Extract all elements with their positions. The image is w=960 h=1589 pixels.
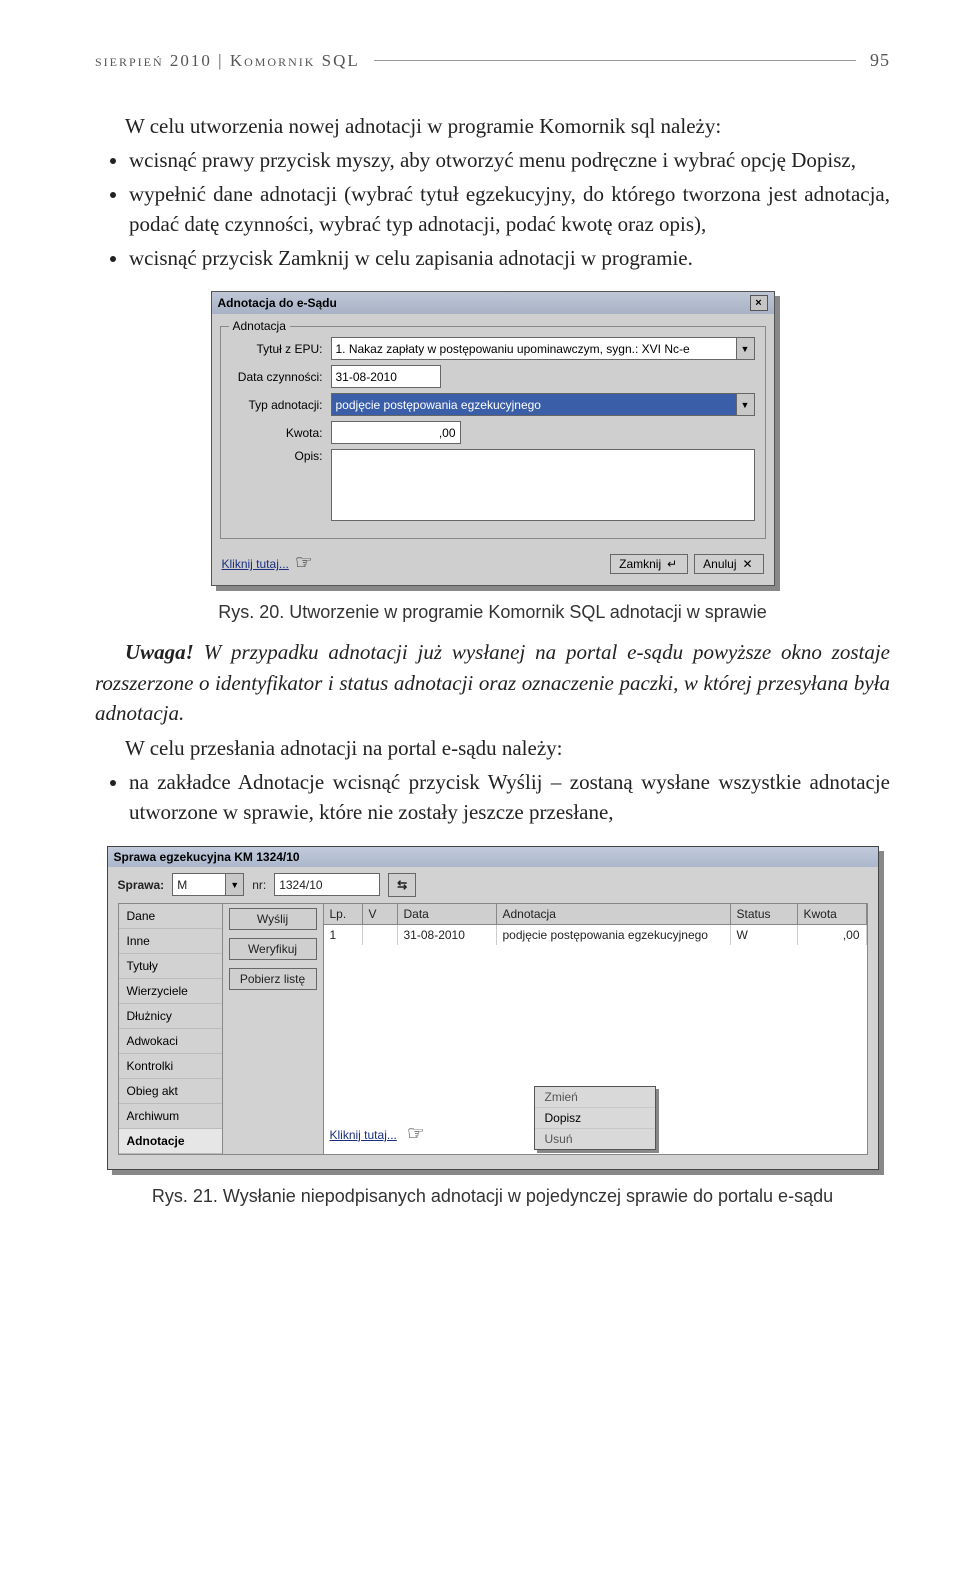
label-sprawa: Sprawa: bbox=[118, 878, 165, 892]
sidebar-item-archiwum[interactable]: Archiwum bbox=[119, 1104, 222, 1129]
pointer-hand-icon bbox=[295, 553, 333, 575]
grid-container: Lp. V Data Adnotacja Status Kwota 1 31-0… bbox=[324, 903, 868, 1155]
cell-kwota: ,00 bbox=[798, 925, 867, 945]
cell-status: W bbox=[731, 925, 798, 945]
dropdown-typ-adnotacji[interactable]: podjęcie postępowania egzekucyjnego ▼ bbox=[331, 393, 755, 416]
label-data: Data czynności: bbox=[231, 370, 323, 384]
cell-adnotacja: podjęcie postępowania egzekucyjnego bbox=[497, 925, 731, 945]
input-kwota-value: ,00 bbox=[439, 426, 456, 440]
dropdown-typ-value: podjęcie postępowania egzekucyjnego bbox=[336, 398, 541, 412]
chevron-down-icon[interactable]: ▼ bbox=[736, 394, 754, 415]
list-item: na zakładce Adnotacje wcisnąć przycisk W… bbox=[129, 767, 890, 828]
pointer-hand-icon bbox=[407, 1124, 445, 1146]
label-tytul: Tytuł z EPU: bbox=[231, 342, 323, 356]
grid-header: Lp. V Data Adnotacja Status Kwota bbox=[324, 904, 867, 925]
menu-item-usun[interactable]: Usuń bbox=[535, 1129, 655, 1149]
col-status: Status bbox=[731, 904, 798, 924]
zamknij-button-label: Zamknij bbox=[619, 557, 661, 571]
input-data-value: 31-08-2010 bbox=[336, 370, 397, 384]
label-typ: Typ adnotacji: bbox=[231, 398, 323, 412]
col-kwota: Kwota bbox=[798, 904, 867, 924]
paragraph-send: W celu przesłania adnotacji na portal e-… bbox=[95, 733, 890, 763]
col-v: V bbox=[363, 904, 398, 924]
sidebar-item-tytuly[interactable]: Tytuły bbox=[119, 954, 222, 979]
col-lp: Lp. bbox=[324, 904, 363, 924]
dialog-title-text: Adnotacja do e-Sądu bbox=[218, 296, 337, 310]
context-menu: Zmień Dopisz Usuń bbox=[534, 1086, 656, 1150]
header-page-number: 95 bbox=[870, 50, 890, 71]
sidebar-menu: Dane Inne Tytuły Wierzyciele Dłużnicy Ad… bbox=[118, 903, 223, 1155]
uwaga-text: W przypadku adnotacji już wysłanej na po… bbox=[95, 640, 890, 725]
window-sprawa: Sprawa egzekucyjna KM 1324/10 Sprawa: M … bbox=[107, 846, 879, 1170]
link-kliknij-tutaj[interactable]: Kliknij tutaj... bbox=[330, 1128, 397, 1142]
figure-caption-20: Rys. 20. Utworzenie w programie Komornik… bbox=[95, 602, 890, 623]
sidebar-item-kontrolki[interactable]: Kontrolki bbox=[119, 1054, 222, 1079]
cell-lp: 1 bbox=[324, 925, 363, 945]
window-title-text: Sprawa egzekucyjna KM 1324/10 bbox=[114, 850, 300, 864]
textarea-opis[interactable] bbox=[331, 449, 755, 521]
menu-item-zmien[interactable]: Zmień bbox=[535, 1087, 655, 1108]
list-item: wcisnąć przycisk Zamknij w celu zapisani… bbox=[129, 243, 890, 273]
menu-item-dopisz[interactable]: Dopisz bbox=[535, 1108, 655, 1129]
input-nr-value: 1324/10 bbox=[279, 878, 322, 892]
close-icon[interactable]: × bbox=[750, 295, 768, 311]
window-titlebar: Sprawa egzekucyjna KM 1324/10 bbox=[108, 847, 878, 867]
wyslij-button[interactable]: Wyślij bbox=[229, 908, 317, 930]
table-row[interactable]: 1 31-08-2010 podjęcie postępowania egzek… bbox=[324, 925, 867, 945]
pobierz-liste-button[interactable]: Pobierz listę bbox=[229, 968, 317, 990]
header-left: sierpień 2010 | Komornik SQL bbox=[95, 51, 360, 71]
sidebar-item-adnotacje[interactable]: Adnotacje bbox=[119, 1129, 222, 1154]
sidebar-item-dane[interactable]: Dane bbox=[119, 904, 222, 929]
input-kwota[interactable]: ,00 bbox=[331, 421, 461, 444]
action-column: Wyślij Weryfikuj Pobierz listę bbox=[223, 903, 324, 1155]
dropdown-sprawa-value: M bbox=[177, 878, 187, 892]
list-item: wypełnić dane adnotacji (wybrać tytuł eg… bbox=[129, 179, 890, 240]
dialog-adnotacja: Adnotacja do e-Sądu × Adnotacja Tytuł z … bbox=[211, 291, 775, 586]
label-opis: Opis: bbox=[231, 449, 323, 463]
dropdown-sprawa-type[interactable]: M ▼ bbox=[172, 873, 244, 896]
anuluj-button-label: Anuluj bbox=[703, 557, 736, 571]
label-kwota: Kwota: bbox=[231, 426, 323, 440]
sidebar-item-inne[interactable]: Inne bbox=[119, 929, 222, 954]
chevron-down-icon[interactable]: ▼ bbox=[225, 874, 243, 895]
dropdown-tytul[interactable]: 1. Nakaz zapłaty w postępowaniu upominaw… bbox=[331, 337, 755, 360]
anuluj-button[interactable]: Anuluj ✕ bbox=[694, 554, 763, 574]
zamknij-button[interactable]: Zamknij ↵ bbox=[610, 554, 688, 574]
uwaga-paragraph: Uwaga! W przypadku adnotacji już wysłane… bbox=[95, 637, 890, 728]
list-item: wcisnąć prawy przycisk myszy, aby otworz… bbox=[129, 145, 890, 175]
dialog-titlebar: Adnotacja do e-Sądu × bbox=[212, 292, 774, 314]
bullet-list-1: wcisnąć prawy przycisk myszy, aby otworz… bbox=[95, 145, 890, 273]
apply-icon: ↵ bbox=[665, 557, 679, 571]
paragraph-intro: W celu utworzenia nowej adnotacji w prog… bbox=[95, 111, 890, 141]
uwaga-label: Uwaga! bbox=[125, 640, 194, 664]
input-data-czynnosci[interactable]: 31-08-2010 bbox=[331, 365, 441, 388]
cell-data: 31-08-2010 bbox=[398, 925, 497, 945]
page-header: sierpień 2010 | Komornik SQL 95 bbox=[95, 50, 890, 71]
weryfikuj-button[interactable]: Weryfikuj bbox=[229, 938, 317, 960]
cell-v bbox=[363, 925, 398, 945]
sidebar-item-obieg-akt[interactable]: Obieg akt bbox=[119, 1079, 222, 1104]
bullet-list-2: na zakładce Adnotacje wcisnąć przycisk W… bbox=[95, 767, 890, 828]
refresh-icon: ⇆ bbox=[397, 878, 407, 892]
figure-caption-21: Rys. 21. Wysłanie niepodpisanych adnotac… bbox=[95, 1186, 890, 1207]
frame-label: Adnotacja bbox=[229, 319, 290, 333]
col-data: Data bbox=[398, 904, 497, 924]
refresh-button[interactable]: ⇆ bbox=[388, 873, 416, 897]
sidebar-item-wierzyciele[interactable]: Wierzyciele bbox=[119, 979, 222, 1004]
dropdown-tytul-value: 1. Nakaz zapłaty w postępowaniu upominaw… bbox=[336, 342, 690, 356]
col-adnotacja: Adnotacja bbox=[497, 904, 731, 924]
sidebar-item-adwokaci[interactable]: Adwokaci bbox=[119, 1029, 222, 1054]
close-icon: ✕ bbox=[741, 557, 755, 571]
link-kliknij-tutaj[interactable]: Kliknij tutaj... bbox=[222, 557, 289, 571]
sidebar-item-dluznicy[interactable]: Dłużnicy bbox=[119, 1004, 222, 1029]
input-nr[interactable]: 1324/10 bbox=[274, 873, 380, 896]
grid-body[interactable]: Kliknij tutaj... Zmień Dopisz Usuń bbox=[324, 945, 867, 1154]
label-nr: nr: bbox=[252, 878, 266, 892]
header-rule bbox=[374, 60, 856, 61]
chevron-down-icon[interactable]: ▼ bbox=[736, 338, 754, 359]
